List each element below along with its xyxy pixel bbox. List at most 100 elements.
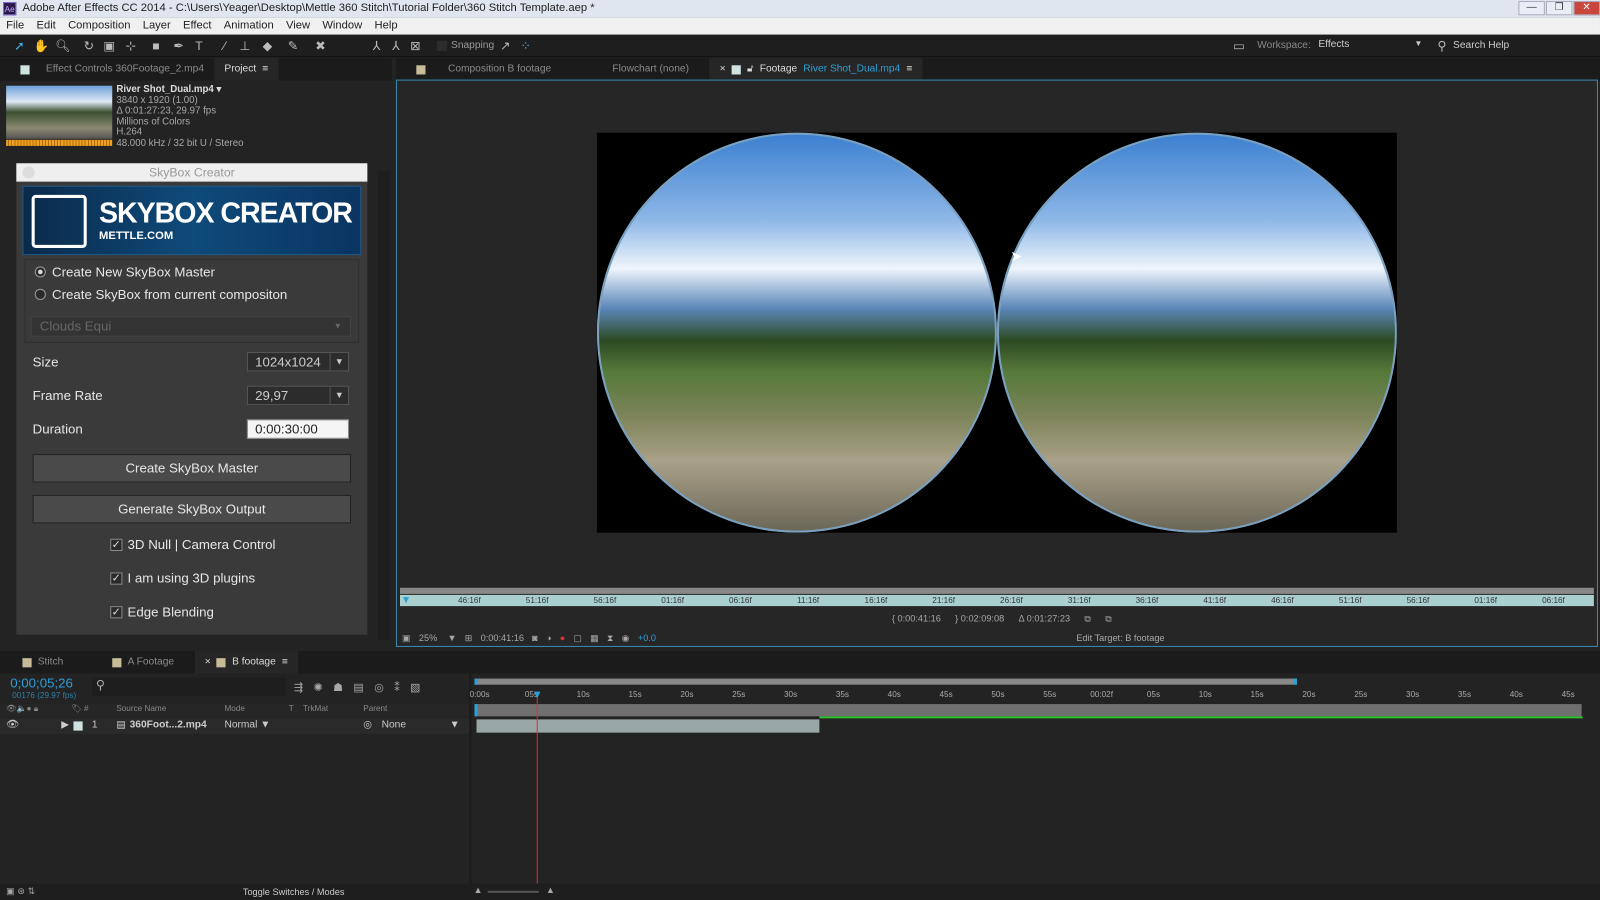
camera-tool-icon[interactable]: ▣ bbox=[102, 39, 116, 53]
layer-label-swatch[interactable] bbox=[73, 721, 83, 731]
puppet-pin-tool-icon[interactable]: ✖ bbox=[313, 39, 327, 53]
footage-time-ruler[interactable]: 46:16f 51:16f 56:16f 01:16f 06:16f 11:16f 16:1… bbox=[399, 594, 1594, 607]
tab-footage[interactable]: × 🔓︎ Footage River Shot_Dual.mp4 ≡ bbox=[709, 58, 923, 81]
parent-dropdown[interactable]: None ▼ bbox=[382, 719, 460, 730]
menu-file[interactable]: File bbox=[0, 17, 30, 34]
menu-composition[interactable]: Composition bbox=[62, 17, 137, 34]
rectangle-tool-icon[interactable]: ■ bbox=[149, 39, 163, 53]
menu-animation[interactable]: Animation bbox=[218, 17, 280, 34]
footage-work-area[interactable] bbox=[399, 587, 1594, 594]
in-point[interactable]: { 0:00:41:16 bbox=[892, 613, 941, 624]
footage-name[interactable]: River Shot_Dual.mp4 ▾ bbox=[116, 84, 243, 96]
menu-help[interactable]: Help bbox=[368, 17, 403, 34]
selection-tool-icon[interactable]: ➚ bbox=[12, 39, 26, 53]
radio-create-new-master[interactable]: Create New SkyBox Master bbox=[34, 264, 215, 280]
zoom-tool-icon[interactable]: 🔍︎ bbox=[55, 39, 71, 53]
layer-name[interactable]: 360Foot...2.mp4 bbox=[130, 719, 207, 730]
zoom-slider[interactable] bbox=[487, 890, 539, 893]
hand-tool-icon[interactable]: ✋ bbox=[34, 39, 49, 53]
zoom-out-icon[interactable]: ▲ bbox=[473, 885, 482, 895]
graph-editor-icon[interactable]: ▧ bbox=[410, 681, 421, 694]
snap-edges-icon[interactable]: ↗ bbox=[498, 39, 512, 53]
panel-scrollbar[interactable] bbox=[377, 170, 390, 640]
footage-playhead[interactable]: ▼ bbox=[401, 595, 411, 606]
panel-menu-icon[interactable]: ≡ bbox=[262, 58, 268, 80]
world-axis-icon[interactable]: ⅄ bbox=[389, 39, 403, 53]
region-interest-icon[interactable]: ▢ bbox=[573, 632, 582, 643]
view-axis-icon[interactable]: ⊠ bbox=[408, 39, 422, 53]
local-axis-icon[interactable]: ⅄ bbox=[369, 39, 383, 53]
menu-view[interactable]: View bbox=[280, 17, 316, 34]
search-help-input[interactable]: Search Help bbox=[1453, 40, 1509, 51]
tab-stitch[interactable]: Stitch bbox=[0, 651, 73, 673]
checkbox-edge-blending[interactable]: ✓ Edge Blending bbox=[110, 604, 214, 619]
shy-icon[interactable]: ☗ bbox=[333, 681, 343, 694]
brainstorm-icon[interactable]: ⁑ bbox=[394, 681, 400, 694]
close-tab-icon[interactable]: × bbox=[205, 651, 211, 673]
composition-mini-flowchart-icon[interactable]: ⇶ bbox=[294, 681, 303, 694]
tab-a-footage[interactable]: A Footage bbox=[102, 651, 184, 673]
out-point[interactable]: } 0:02:09:08 bbox=[955, 613, 1004, 624]
close-tab-icon[interactable]: × bbox=[720, 58, 726, 80]
preset-dropdown[interactable]: Clouds Equi ▼ bbox=[30, 316, 352, 337]
timeline-playhead-line[interactable] bbox=[536, 693, 538, 884]
expand-arrow-icon[interactable]: ▶ bbox=[61, 719, 69, 730]
snap-features-icon[interactable]: ⁘ bbox=[518, 39, 532, 53]
eraser-tool-icon[interactable]: ◆ bbox=[260, 39, 274, 53]
menu-edit[interactable]: Edit bbox=[30, 17, 62, 34]
checkbox-3d-plugins[interactable]: ✓ I am using 3D plugins bbox=[110, 570, 255, 586]
workspace-dropdown[interactable]: Effects ▼ bbox=[1318, 39, 1428, 53]
overlay-edit-icon[interactable]: ⧉ bbox=[1084, 613, 1091, 624]
checkbox-3d-null-camera[interactable]: ✓ 3D Null | Camera Control bbox=[110, 537, 275, 552]
close-button[interactable]: ✕ bbox=[1573, 1, 1600, 16]
timeline-ruler[interactable]: 0:00s 05s 10s 15s 20s 25s 30s 35s 40s 45s 50s 55s 00… bbox=[470, 690, 1581, 702]
column-parent[interactable]: Parent bbox=[363, 704, 387, 713]
type-tool-icon[interactable]: T bbox=[192, 39, 206, 53]
pickwhip-icon[interactable]: ◎ bbox=[363, 719, 372, 730]
snapshot-icon[interactable]: ◙ bbox=[532, 633, 538, 643]
rotate-tool-icon[interactable]: ↻ bbox=[82, 39, 96, 53]
current-time[interactable]: 0:00:41:16 bbox=[481, 633, 524, 643]
timeline-divider[interactable] bbox=[469, 673, 472, 884]
exposure-value[interactable]: +0.0 bbox=[638, 633, 656, 643]
visibility-icon[interactable]: 👁︎ bbox=[6, 719, 19, 730]
create-skybox-master-button[interactable]: Create SkyBox Master bbox=[32, 454, 352, 483]
snapping-checkbox[interactable] bbox=[436, 40, 447, 52]
menu-effect[interactable]: Effect bbox=[177, 17, 218, 34]
size-dropdown[interactable]: 1024x1024 ▼ bbox=[246, 352, 349, 372]
work-area-bar[interactable] bbox=[474, 704, 1582, 717]
pan-behind-tool-icon[interactable]: ⊹ bbox=[123, 39, 137, 53]
roto-brush-tool-icon[interactable]: ✎ bbox=[286, 39, 300, 53]
mode-dropdown[interactable]: Normal ▼ bbox=[224, 719, 270, 730]
tab-composition[interactable]: Composition B footage bbox=[396, 58, 561, 80]
column-trkmat[interactable]: TrkMat bbox=[303, 704, 328, 713]
layer-row[interactable]: 👁︎ ▶ 1 ▤ 360Foot...2.mp4 Normal ▼ ◎ None… bbox=[0, 718, 470, 734]
toggle-switches-modes-button[interactable]: Toggle Switches / Modes bbox=[243, 887, 345, 897]
timeline-timecode[interactable]: 0;00;05;26 bbox=[10, 676, 73, 691]
menu-layer[interactable]: Layer bbox=[137, 17, 177, 34]
frame-blending-icon[interactable]: ▤ bbox=[353, 681, 364, 694]
timeline-navigator[interactable] bbox=[474, 678, 1297, 685]
timeline-search-input[interactable]: ⚲ bbox=[91, 677, 286, 696]
zoom-dropdown[interactable]: 25% ▼ bbox=[419, 633, 457, 643]
draft-3d-icon[interactable]: ✺ bbox=[313, 681, 322, 694]
fast-preview-icon[interactable]: ⧗ bbox=[607, 632, 613, 643]
frame-rate-dropdown[interactable]: 29,97 ▼ bbox=[246, 385, 349, 406]
panel-menu-icon[interactable]: ≡ bbox=[282, 651, 288, 673]
generate-skybox-output-button[interactable]: Generate SkyBox Output bbox=[32, 494, 352, 524]
panel-menu-icon[interactable]: ≡ bbox=[906, 58, 912, 80]
pen-tool-icon[interactable]: ✒ bbox=[171, 39, 185, 53]
safe-zones-icon[interactable]: ⊞ bbox=[465, 632, 473, 643]
close-dot-icon[interactable] bbox=[22, 166, 35, 179]
tab-b-footage[interactable]: × B footage ≡ bbox=[194, 651, 299, 674]
layer-duration-bar[interactable] bbox=[476, 719, 820, 733]
clone-stamp-tool-icon[interactable]: ⊥ bbox=[238, 39, 252, 53]
tab-project[interactable]: Project ≡ bbox=[214, 58, 279, 81]
ripple-insert-icon[interactable]: ⧉ bbox=[1105, 613, 1112, 624]
motion-blur-icon[interactable]: ◎ bbox=[374, 681, 384, 694]
restore-button[interactable]: ❐ bbox=[1545, 1, 1573, 16]
radio-create-from-comp[interactable]: Create SkyBox from current compositon bbox=[34, 287, 288, 302]
brush-tool-icon[interactable]: ⁄ bbox=[217, 39, 231, 53]
show-snapshot-icon[interactable]: ◑ bbox=[546, 633, 552, 643]
exposure-reset-icon[interactable]: ◉ bbox=[622, 632, 630, 643]
